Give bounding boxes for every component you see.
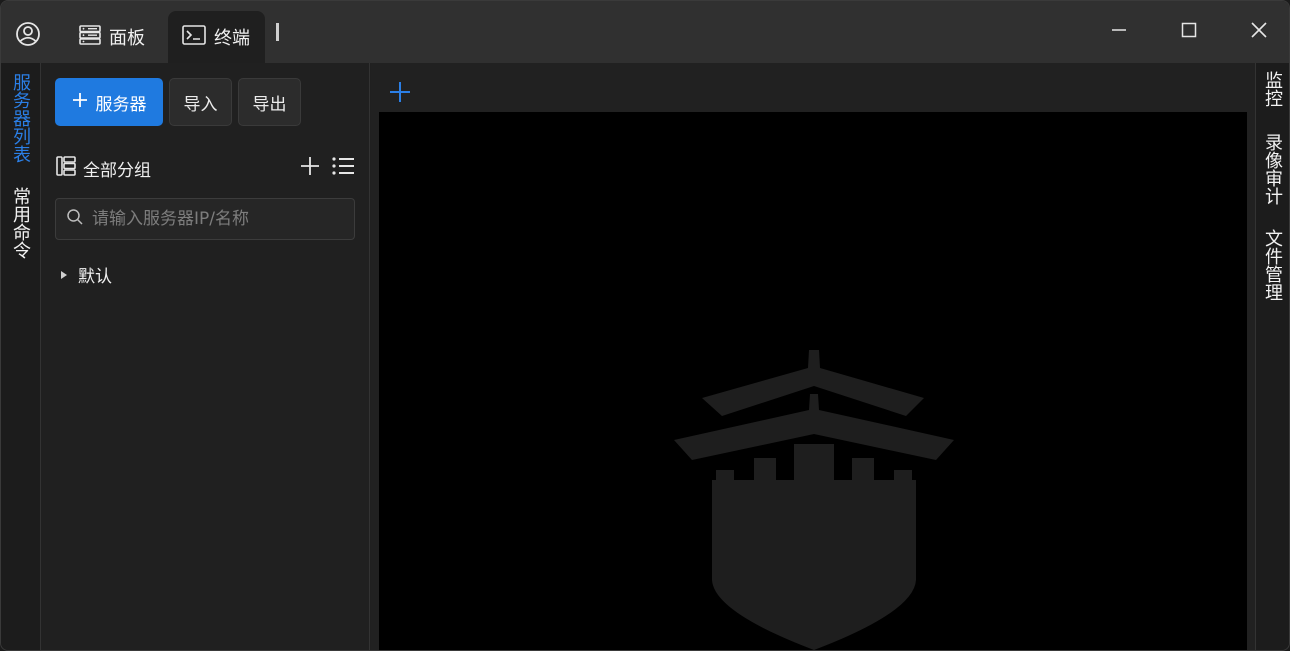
minimize-icon bbox=[1110, 21, 1128, 43]
server-panel: 服务器 导入 导出 全部分组 请输入服务器IP/名称 默认 bbox=[42, 63, 370, 650]
terminal-area bbox=[371, 63, 1255, 650]
server-search-input[interactable] bbox=[92, 209, 342, 229]
server-icon bbox=[79, 24, 101, 50]
right-side-rail: 监控 录像审计 文件管理 bbox=[1255, 63, 1289, 650]
rail-item-file-manager[interactable]: 文件管理 bbox=[1263, 231, 1285, 303]
search-icon bbox=[66, 208, 84, 230]
add-server-button[interactable]: 服务器 bbox=[55, 78, 163, 126]
tree-group-label: 默认 bbox=[78, 267, 112, 287]
left-side-rail: 服务器列表 常用命令 bbox=[1, 63, 41, 650]
tab-terminal[interactable]: 终端 bbox=[168, 11, 265, 63]
rail-item-monitor[interactable]: 监控 bbox=[1263, 73, 1285, 109]
import-button[interactable]: 导入 bbox=[169, 78, 232, 126]
list-view-icon[interactable] bbox=[331, 155, 355, 181]
maximize-button[interactable] bbox=[1171, 15, 1207, 49]
add-terminal-tab-icon[interactable] bbox=[387, 79, 413, 105]
group-header: 全部分组 bbox=[55, 155, 355, 181]
close-icon bbox=[1250, 21, 1268, 43]
export-button[interactable]: 导出 bbox=[238, 78, 301, 126]
user-avatar-icon[interactable] bbox=[15, 21, 41, 47]
group-title: 全部分组 bbox=[83, 160, 151, 181]
tree-group-default[interactable]: 默认 bbox=[60, 262, 112, 287]
tab-divider bbox=[276, 23, 279, 41]
maximize-icon bbox=[1180, 21, 1198, 43]
rail-item-recording-audit[interactable]: 录像审计 bbox=[1263, 135, 1285, 207]
app-window: 面板 终端 服务器列表 常用命令 服务器 导入 导出 全部分组 请输入服务器IP… bbox=[0, 0, 1290, 651]
close-button[interactable] bbox=[1241, 15, 1277, 49]
rail-item-server-list[interactable]: 服务器列表 bbox=[11, 75, 33, 165]
group-list-icon bbox=[55, 155, 77, 181]
caret-right-icon[interactable] bbox=[60, 265, 68, 285]
fortress-logo-icon bbox=[674, 350, 954, 650]
tab-panel[interactable]: 面板 bbox=[65, 11, 165, 63]
title-bar: 面板 终端 bbox=[1, 1, 1289, 63]
add-server-label: 服务器 bbox=[95, 94, 147, 115]
rail-item-common-commands[interactable]: 常用命令 bbox=[11, 189, 33, 261]
terminal-icon bbox=[182, 24, 206, 50]
server-search-box bbox=[55, 198, 355, 240]
minimize-button[interactable] bbox=[1101, 15, 1137, 49]
add-group-icon[interactable] bbox=[299, 155, 321, 181]
terminal-screen[interactable] bbox=[379, 112, 1247, 650]
tab-label: 面板 bbox=[109, 28, 145, 49]
tab-label: 终端 bbox=[214, 28, 250, 49]
plus-icon bbox=[72, 92, 88, 113]
